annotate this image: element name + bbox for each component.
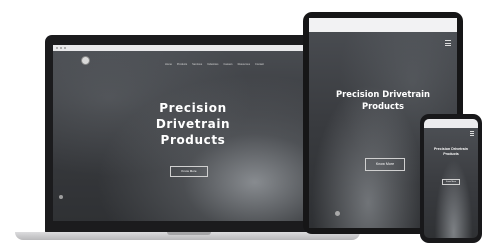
scroll-indicator-icon[interactable]	[335, 211, 340, 216]
know-more-button[interactable]: Know More	[442, 179, 460, 185]
laptop-browser-bar	[53, 45, 333, 51]
nav-item-industries[interactable]: Industries	[207, 63, 218, 66]
nav-item-products[interactable]: Products	[177, 63, 187, 66]
nav-item-resources[interactable]: Resources	[238, 63, 250, 66]
hero-title-line: Products	[160, 133, 226, 147]
hero-title-line: Drivetrain	[155, 117, 231, 131]
know-more-button[interactable]: Know More	[365, 158, 405, 171]
hamburger-menu-icon[interactable]	[445, 40, 451, 48]
laptop-site-nav: Home Products Services Industries Career…	[53, 53, 333, 75]
laptop-nav-menu: Home Products Services Industries Career…	[165, 63, 264, 66]
hamburger-menu-icon[interactable]	[470, 131, 474, 136]
window-dot-icon	[56, 47, 58, 49]
nav-item-contact[interactable]: Contact	[255, 63, 264, 66]
phone-screen: Precision Drivetrain Products Know More	[424, 119, 478, 238]
phone-hero-title: Precision Drivetrain Products	[426, 147, 476, 157]
hero-title-line: Precision	[159, 101, 227, 115]
nav-item-services[interactable]: Services	[192, 63, 202, 66]
laptop-screen: Home Products Services Industries Career…	[53, 45, 333, 221]
laptop-hero-title: Precision Drivetrain Products	[53, 100, 333, 148]
laptop-notch	[167, 232, 211, 235]
tablet-address-bar[interactable]	[309, 18, 457, 32]
device-mockup-stage: Home Products Services Industries Career…	[0, 0, 484, 243]
window-dot-icon	[64, 47, 66, 49]
nav-item-careers[interactable]: Careers	[223, 63, 232, 66]
know-more-button[interactable]: Know More	[170, 166, 208, 177]
scroll-indicator-icon[interactable]	[59, 195, 63, 199]
window-dot-icon	[60, 47, 62, 49]
hero-title-line: Products	[362, 101, 404, 111]
phone-status-bar	[424, 119, 478, 128]
site-logo-icon[interactable]	[81, 56, 90, 65]
tablet-hero-title: Precision Drivetrain Products	[315, 88, 451, 112]
hero-title-line: Products	[443, 152, 459, 156]
nav-item-home[interactable]: Home	[165, 63, 172, 66]
hero-title-line: Precision Drivetrain	[336, 89, 430, 99]
